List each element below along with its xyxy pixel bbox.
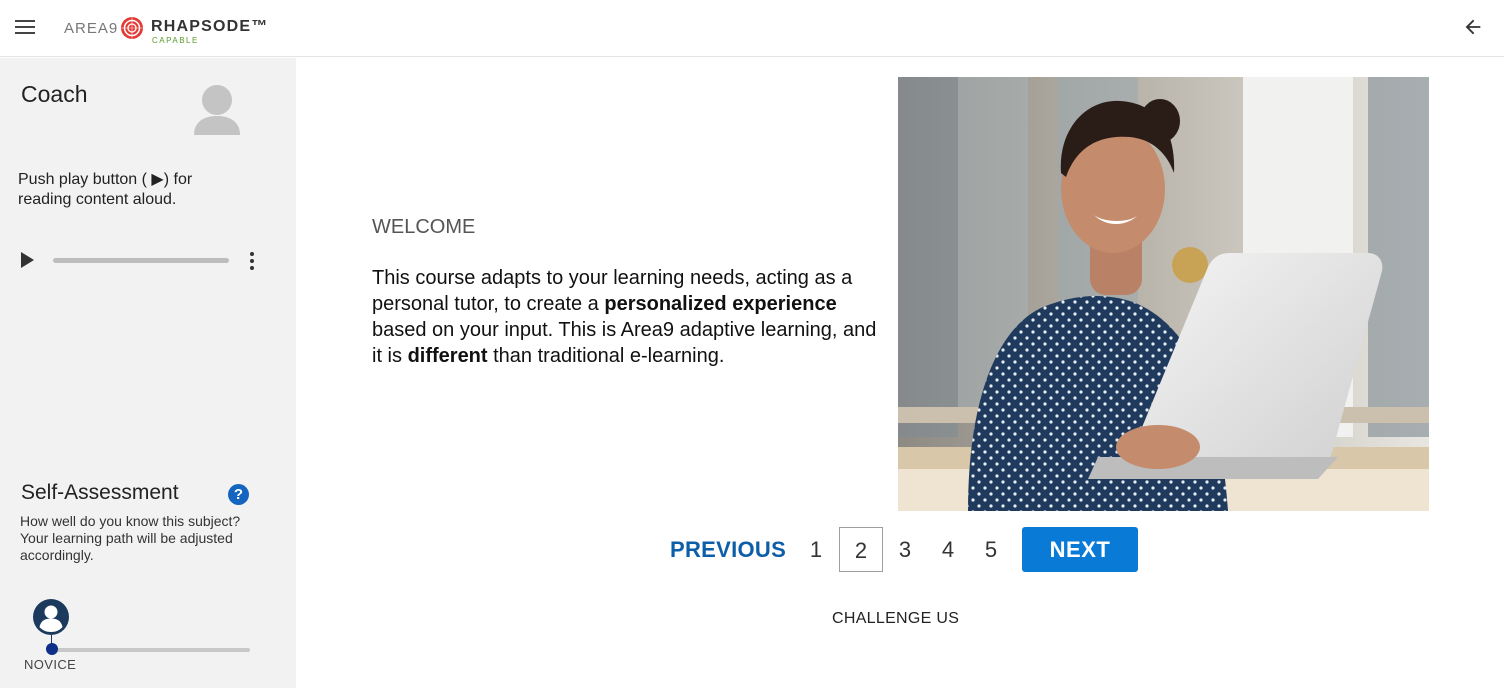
body-text-emphasis: different bbox=[407, 345, 488, 367]
help-icon[interactable]: ? bbox=[228, 484, 249, 505]
next-button[interactable]: NEXT bbox=[1022, 527, 1138, 572]
welcome-body-text: This course adapts to your learning need… bbox=[372, 265, 882, 369]
self-assessment-title: Self-Assessment bbox=[21, 481, 179, 504]
page-number-4[interactable]: 4 bbox=[926, 527, 970, 572]
logo-brand-text: RHAPSODE™ bbox=[151, 18, 269, 35]
welcome-heading: WELCOME bbox=[372, 216, 476, 238]
audio-progress-bar[interactable] bbox=[53, 258, 229, 263]
body-text-part: than traditional e-learning. bbox=[487, 345, 725, 367]
hamburger-menu-icon[interactable] bbox=[15, 18, 35, 34]
level-label: NOVICE bbox=[24, 657, 77, 672]
self-assessment-slider-knob[interactable] bbox=[46, 643, 58, 655]
page-number-3[interactable]: 3 bbox=[883, 527, 927, 572]
page-number-5[interactable]: 5 bbox=[969, 527, 1013, 572]
top-app-bar: AREA9 RHAPSODE™ CAPABLE bbox=[0, 0, 1504, 57]
body-text-emphasis: personalized experience bbox=[604, 293, 837, 315]
learner-level-avatar-icon bbox=[33, 599, 69, 635]
page-number-1[interactable]: 1 bbox=[794, 527, 838, 572]
main-content: WELCOME This course adapts to your learn… bbox=[296, 58, 1504, 688]
rhapsode-logo-mark-icon bbox=[121, 17, 143, 39]
play-icon[interactable] bbox=[19, 251, 35, 269]
coach-title: Coach bbox=[21, 81, 88, 107]
logo-area9-text: AREA9 bbox=[64, 20, 119, 37]
self-assessment-slider[interactable] bbox=[51, 648, 250, 652]
self-assessment-description: How well do you know this subject? Your … bbox=[20, 513, 241, 563]
welcome-photo bbox=[898, 77, 1429, 511]
page-number-2-current[interactable]: 2 bbox=[839, 527, 883, 572]
coach-instruction-text: Push play button ( ▶) for reading conten… bbox=[18, 171, 193, 208]
more-vertical-icon[interactable] bbox=[246, 250, 258, 272]
challenge-us-link[interactable]: CHALLENGE US bbox=[832, 610, 959, 628]
person-avatar-icon bbox=[194, 85, 240, 135]
arrow-back-icon[interactable] bbox=[1462, 16, 1484, 38]
previous-button[interactable]: PREVIOUS bbox=[670, 537, 786, 563]
logo-tagline-text: CAPABLE bbox=[152, 36, 199, 45]
coach-sidebar: Coach Push play button ( ▶) for reading … bbox=[0, 58, 296, 688]
